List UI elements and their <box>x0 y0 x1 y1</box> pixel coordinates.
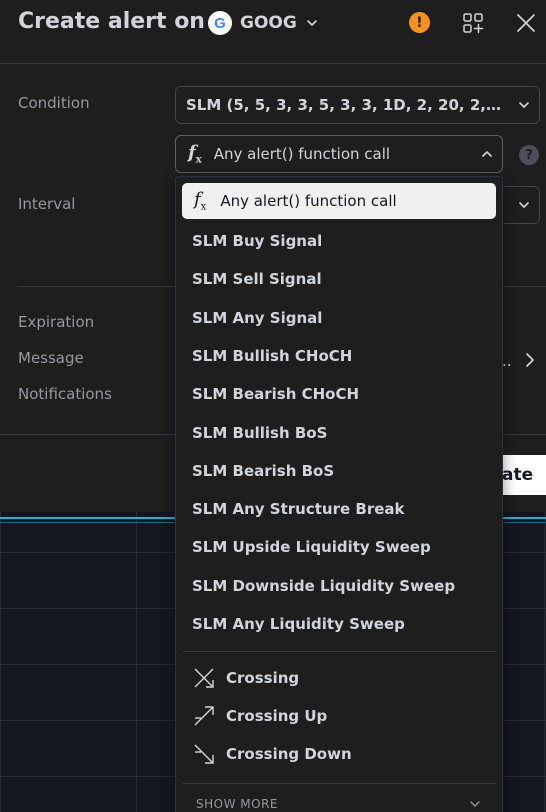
crossing-icon <box>194 668 214 688</box>
dropdown-item-label: Crossing Down <box>226 745 352 763</box>
interval-label: Interval <box>18 195 76 213</box>
warning-icon[interactable]: ! <box>409 12 430 33</box>
dialog-title: Create alert on <box>18 9 205 34</box>
dropdown-item-signal[interactable]: SLM Bearish CHoCH <box>182 376 496 412</box>
crossing-down-icon <box>194 744 214 764</box>
condition-select[interactable]: SLM (5, 5, 3, 3, 5, 3, 3, 1D, 2, 20, 2, … <box>175 86 540 124</box>
dropdown-item-label: SLM Bullish BoS <box>192 424 328 442</box>
chevron-right-icon[interactable] <box>524 352 536 368</box>
alert-type-value: Any alert() function call <box>213 145 391 163</box>
create-button-label: ate <box>502 465 534 485</box>
dialog-header: Create alert on G GOOG ! <box>0 0 546 64</box>
apps-add-icon[interactable] <box>461 11 485 35</box>
dropdown-item-signal[interactable]: SLM Downside Liquidity Sweep <box>182 568 496 604</box>
condition-value: SLM (5, 5, 3, 3, 5, 3, 3, 1D, 2, 20, 2, … <box>186 96 506 114</box>
dropdown-separator <box>182 783 496 784</box>
dropdown-item-label: SLM Bearish CHoCH <box>192 385 360 403</box>
dropdown-item-label: Crossing Up <box>226 707 328 725</box>
dropdown-item-label: SLM Bearish BoS <box>192 462 335 480</box>
chevron-down-icon <box>307 20 317 26</box>
dropdown-item-signal[interactable]: SLM Bullish CHoCH <box>182 338 496 374</box>
dropdown-item-signal[interactable]: SLM Upside Liquidity Sweep <box>182 529 496 565</box>
alert-type-dropdown: fx Any alert() function call SLM Buy Sig… <box>175 176 503 812</box>
dropdown-item-signal[interactable]: SLM Bullish BoS <box>182 415 496 451</box>
condition-label: Condition <box>18 94 90 112</box>
google-logo-icon: G <box>208 11 232 35</box>
dropdown-item-label: SLM Any Signal <box>192 309 323 327</box>
dropdown-item-label: SLM Any Structure Break <box>192 500 405 518</box>
dropdown-item-crossing[interactable]: Crossing <box>182 660 496 696</box>
dropdown-item-label: SLM Bullish CHoCH <box>192 347 353 365</box>
message-label: Message <box>18 349 84 367</box>
expiration-label: Expiration <box>18 313 95 331</box>
dropdown-item-label: SLM Upside Liquidity Sweep <box>192 538 431 556</box>
dropdown-item-any-alert[interactable]: fx Any alert() function call <box>182 183 496 219</box>
screen: Create alert on G GOOG ! Condition SLM (… <box>0 0 546 812</box>
dropdown-item-crossing-down[interactable]: Crossing Down <box>182 736 496 772</box>
dropdown-item-label: SLM Buy Signal <box>192 232 323 250</box>
chevron-up-icon <box>482 151 492 157</box>
dropdown-item-signal[interactable]: SLM Any Signal <box>182 300 496 336</box>
crossing-up-icon <box>194 706 214 726</box>
message-value-ellipsis: .. <box>502 352 512 370</box>
show-more-button[interactable]: SHOW MORE <box>196 797 278 811</box>
chevron-down-icon[interactable] <box>469 798 481 810</box>
dropdown-item-label: Crossing <box>226 669 300 687</box>
dropdown-item-crossing-up[interactable]: Crossing Up <box>182 698 496 734</box>
dropdown-item-signal[interactable]: SLM Buy Signal <box>182 223 496 259</box>
dropdown-item-label: SLM Any Liquidity Sweep <box>192 615 405 633</box>
dropdown-item-signal[interactable]: SLM Any Liquidity Sweep <box>182 606 496 642</box>
alert-type-select[interactable]: fx Any alert() function call <box>175 135 503 173</box>
dropdown-item-label: SLM Downside Liquidity Sweep <box>192 577 456 595</box>
dropdown-item-label: SLM Sell Signal <box>192 270 322 288</box>
dropdown-item-signal[interactable]: SLM Sell Signal <box>182 261 496 297</box>
dropdown-item-signal[interactable]: SLM Any Structure Break <box>182 491 496 527</box>
chevron-down-icon <box>519 102 529 108</box>
dropdown-item-signal[interactable]: SLM Bearish BoS <box>182 453 496 489</box>
chevron-down-icon <box>519 202 529 208</box>
symbol-name: GOOG <box>240 13 297 33</box>
symbol-selector[interactable]: G GOOG <box>208 10 319 36</box>
dropdown-item-label: Any alert() function call <box>220 192 397 210</box>
help-icon[interactable]: ? <box>519 145 539 165</box>
dropdown-separator <box>182 651 496 652</box>
close-icon[interactable] <box>514 11 538 35</box>
function-icon: fx <box>194 189 207 213</box>
function-icon: fx <box>188 142 202 166</box>
notifications-label: Notifications <box>18 385 112 403</box>
